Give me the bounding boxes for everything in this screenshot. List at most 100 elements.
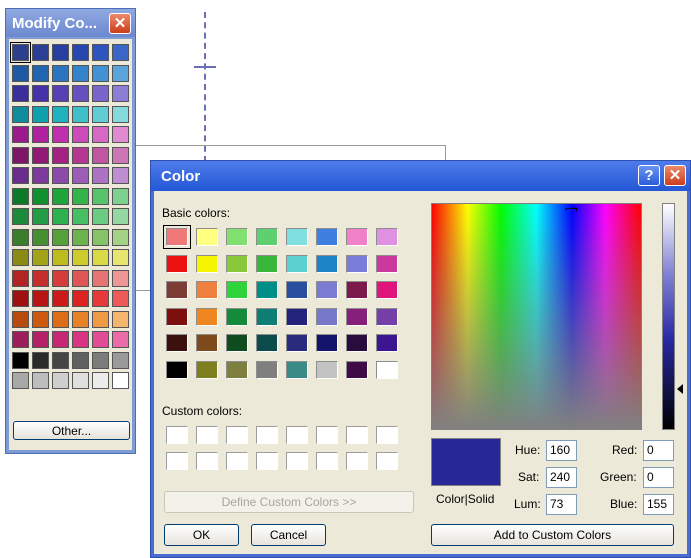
palette-swatch[interactable] xyxy=(92,44,109,61)
palette-swatch[interactable] xyxy=(92,331,109,348)
palette-swatch[interactable] xyxy=(52,85,69,102)
palette-swatch[interactable] xyxy=(52,331,69,348)
color-dialog-titlebar[interactable]: Color ? ✕ xyxy=(151,161,690,191)
basic-color-swatch[interactable] xyxy=(226,307,248,326)
palette-swatch[interactable] xyxy=(12,310,29,328)
green-input[interactable]: 0 xyxy=(643,467,674,488)
palette-swatch[interactable] xyxy=(32,85,49,102)
palette-swatch[interactable] xyxy=(112,290,129,307)
palette-swatch[interactable] xyxy=(32,105,49,123)
palette-swatch[interactable] xyxy=(52,372,69,389)
palette-swatch[interactable] xyxy=(72,310,89,328)
palette-swatch[interactable] xyxy=(92,269,109,287)
custom-color-swatch[interactable] xyxy=(376,426,398,444)
palette-swatch[interactable] xyxy=(112,64,129,82)
palette-swatch[interactable] xyxy=(52,146,69,164)
palette-swatch[interactable] xyxy=(12,167,29,184)
custom-color-swatch[interactable] xyxy=(196,452,218,470)
lum-input[interactable]: 73 xyxy=(546,494,577,515)
palette-swatch[interactable] xyxy=(72,331,89,348)
palette-swatch[interactable] xyxy=(32,187,49,205)
basic-color-swatch[interactable] xyxy=(286,281,308,299)
cancel-button[interactable]: Cancel xyxy=(251,524,326,546)
palette-swatch[interactable] xyxy=(12,269,29,287)
basic-color-swatch[interactable] xyxy=(256,307,278,326)
palette-swatch[interactable] xyxy=(52,208,69,225)
palette-swatch[interactable] xyxy=(32,167,49,184)
basic-color-swatch[interactable] xyxy=(166,254,188,273)
palette-swatch[interactable] xyxy=(52,249,69,266)
basic-color-swatch[interactable] xyxy=(196,307,218,326)
palette-swatch[interactable] xyxy=(92,372,109,389)
palette-swatch[interactable] xyxy=(52,187,69,205)
palette-swatch[interactable] xyxy=(52,167,69,184)
palette-swatch[interactable] xyxy=(12,126,29,143)
basic-color-swatch[interactable] xyxy=(226,254,248,273)
palette-swatch[interactable] xyxy=(112,167,129,184)
custom-color-swatch[interactable] xyxy=(316,452,338,470)
modify-colors-titlebar[interactable]: Modify Co... ✕ xyxy=(6,9,135,37)
basic-color-swatch[interactable] xyxy=(286,360,308,379)
palette-swatch[interactable] xyxy=(12,105,29,123)
palette-swatch[interactable] xyxy=(72,249,89,266)
basic-color-swatch[interactable] xyxy=(346,360,368,379)
palette-swatch[interactable] xyxy=(72,44,89,61)
basic-color-swatch[interactable] xyxy=(163,225,191,249)
basic-color-swatch[interactable] xyxy=(226,228,248,246)
palette-swatch[interactable] xyxy=(72,228,89,246)
palette-swatch[interactable] xyxy=(112,228,129,246)
palette-swatch[interactable] xyxy=(112,44,129,61)
palette-swatch[interactable] xyxy=(32,146,49,164)
palette-swatch[interactable] xyxy=(32,228,49,246)
palette-swatch[interactable] xyxy=(32,249,49,266)
modify-close-button[interactable]: ✕ xyxy=(109,13,131,34)
palette-swatch[interactable] xyxy=(72,105,89,123)
basic-color-swatch[interactable] xyxy=(346,334,368,352)
red-input[interactable]: 0 xyxy=(643,440,674,461)
sat-input[interactable]: 240 xyxy=(546,467,577,488)
palette-swatch[interactable] xyxy=(112,249,129,266)
palette-swatch[interactable] xyxy=(72,290,89,307)
luminosity-arrow-icon[interactable] xyxy=(677,384,683,394)
palette-swatch[interactable] xyxy=(72,187,89,205)
palette-swatch[interactable] xyxy=(52,228,69,246)
palette-swatch[interactable] xyxy=(112,372,129,389)
palette-swatch[interactable] xyxy=(112,105,129,123)
palette-swatch[interactable] xyxy=(92,187,109,205)
palette-swatch[interactable] xyxy=(92,290,109,307)
basic-color-swatch[interactable] xyxy=(166,360,188,379)
palette-swatch[interactable] xyxy=(12,249,29,266)
palette-swatch[interactable] xyxy=(12,64,29,82)
palette-swatch[interactable] xyxy=(52,310,69,328)
palette-swatch[interactable] xyxy=(32,269,49,287)
basic-color-swatch[interactable] xyxy=(196,334,218,352)
palette-swatch[interactable] xyxy=(52,64,69,82)
other-button[interactable]: Other... xyxy=(13,421,130,440)
palette-swatch[interactable] xyxy=(92,126,109,143)
palette-swatch[interactable] xyxy=(92,146,109,164)
palette-swatch[interactable] xyxy=(92,167,109,184)
palette-swatch[interactable] xyxy=(72,372,89,389)
color-close-button[interactable]: ✕ xyxy=(664,165,686,186)
palette-swatch[interactable] xyxy=(92,64,109,82)
luminosity-slider[interactable] xyxy=(662,203,675,430)
custom-color-swatch[interactable] xyxy=(256,452,278,470)
palette-swatch[interactable] xyxy=(92,351,109,369)
palette-swatch[interactable] xyxy=(12,146,29,164)
palette-swatch[interactable] xyxy=(112,208,129,225)
basic-color-swatch[interactable] xyxy=(316,254,338,273)
add-to-custom-colors-button[interactable]: Add to Custom Colors xyxy=(431,524,674,546)
basic-color-swatch[interactable] xyxy=(256,360,278,379)
palette-swatch[interactable] xyxy=(32,372,49,389)
palette-swatch[interactable] xyxy=(112,187,129,205)
palette-swatch[interactable] xyxy=(72,85,89,102)
basic-color-swatch[interactable] xyxy=(286,254,308,273)
palette-swatch[interactable] xyxy=(92,310,109,328)
basic-color-swatch[interactable] xyxy=(286,307,308,326)
palette-swatch[interactable] xyxy=(12,85,29,102)
palette-swatch[interactable] xyxy=(112,351,129,369)
palette-swatch[interactable] xyxy=(52,44,69,61)
palette-swatch[interactable] xyxy=(72,269,89,287)
basic-color-swatch[interactable] xyxy=(286,228,308,246)
basic-color-swatch[interactable] xyxy=(166,281,188,299)
